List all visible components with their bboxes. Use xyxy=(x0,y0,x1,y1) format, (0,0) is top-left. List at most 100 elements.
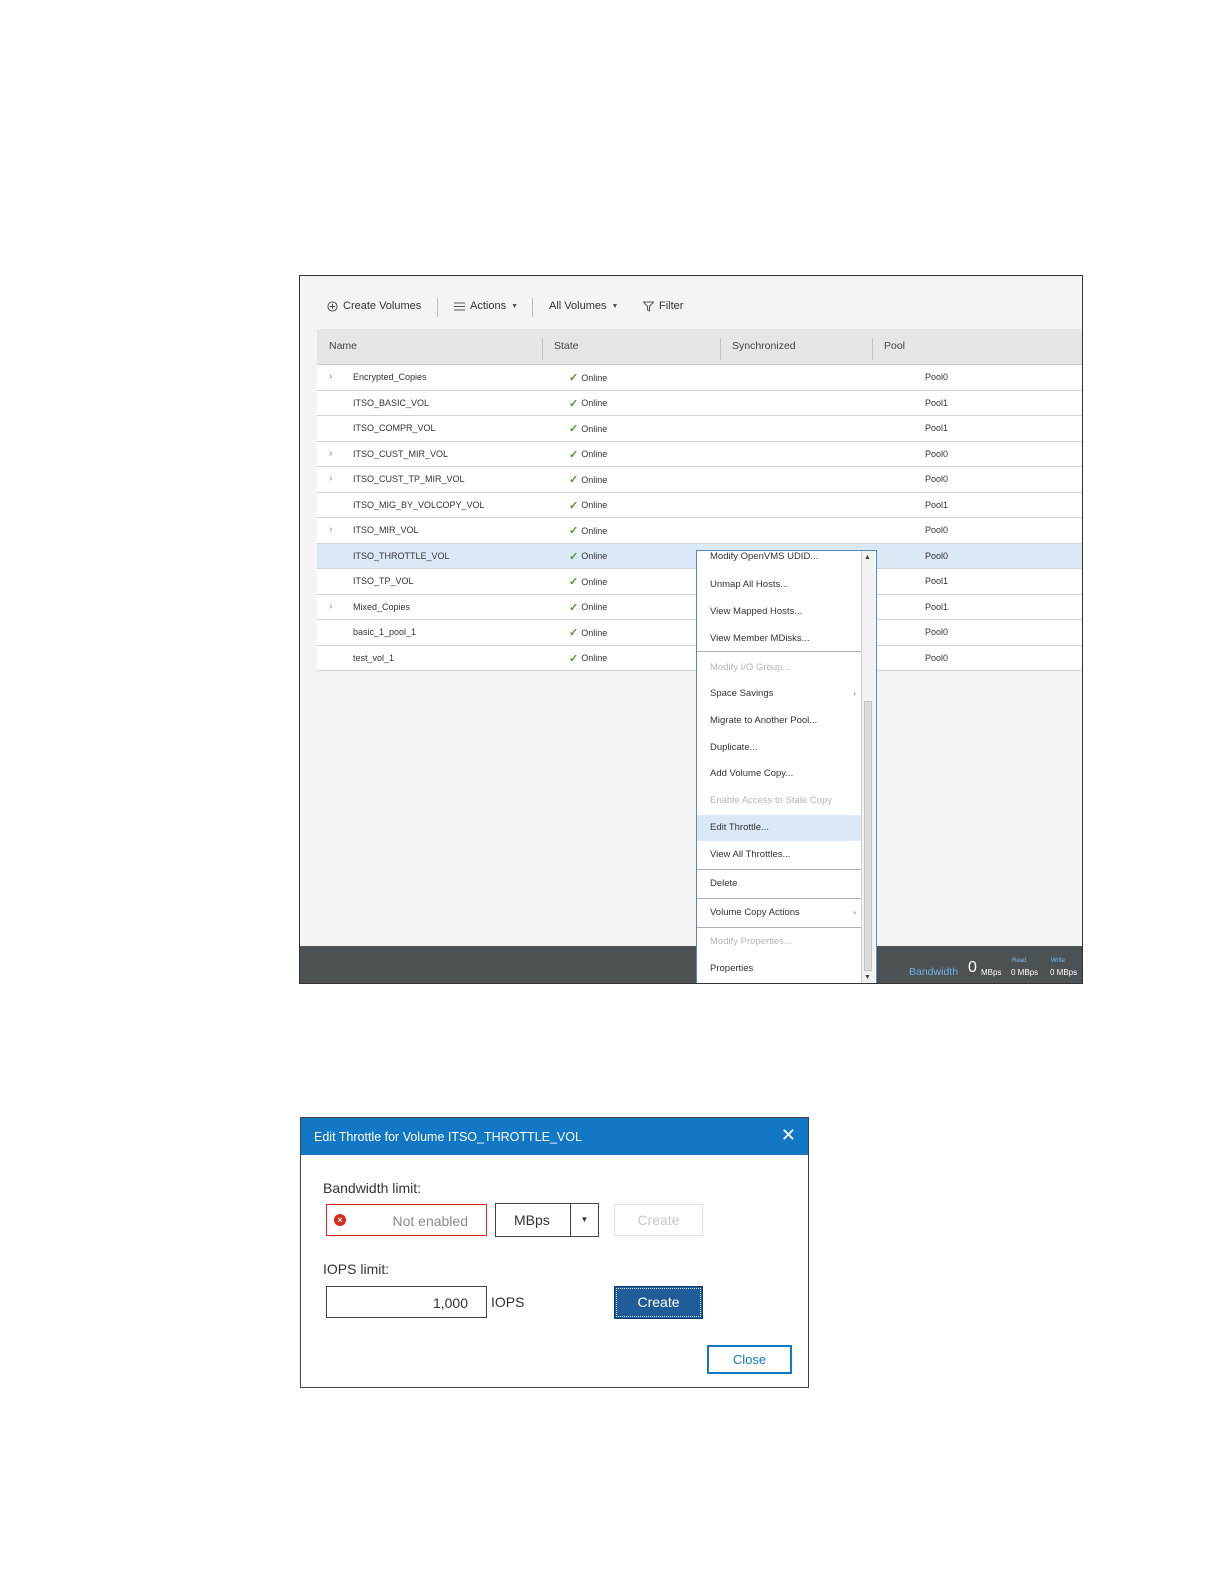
volume-pool: Pool0 xyxy=(925,627,949,637)
volume-state: ✓ Online xyxy=(569,448,607,461)
column-header-pool[interactable]: Pool xyxy=(884,329,905,364)
scroll-up-icon[interactable]: ▲ xyxy=(864,554,871,561)
menu-item[interactable]: Unmap All Hosts... xyxy=(697,572,862,598)
filter-icon xyxy=(643,301,654,312)
volume-name: ITSO_CUST_MIR_VOL xyxy=(353,448,449,459)
chevron-right-icon[interactable]: › xyxy=(329,448,332,459)
bandwidth-placeholder: Not enabled xyxy=(392,1213,468,1229)
table-row[interactable]: ITSO_MIG_BY_VOLCOPY_VOL ✓ Online Pool1 xyxy=(317,492,1082,518)
checkmark-icon: ✓ xyxy=(569,499,579,512)
checkmark-icon: ✓ xyxy=(569,576,579,588)
edit-throttle-dialog: Edit Throttle for Volume ITSO_THROTTLE_V… xyxy=(300,1117,809,1388)
volume-name: ITSO_BASIC_VOL xyxy=(353,397,430,408)
volume-name: Mixed_Copies xyxy=(353,601,411,612)
volume-pool: Pool1 xyxy=(925,397,949,408)
volume-name: ITSO_COMPR_VOL xyxy=(353,423,436,433)
state-text: Online xyxy=(581,423,608,434)
chevron-right-icon[interactable]: › xyxy=(329,371,332,382)
menu-item-label: Modify Properties... xyxy=(710,936,792,947)
checkmark-icon: ✓ xyxy=(569,550,579,563)
table-row[interactable]: › ITSO_MIR_VOL ✓ Online Pool0 xyxy=(317,518,1082,544)
table-row[interactable]: › Encrypted_Copies ✓ Online Pool0 xyxy=(317,365,1082,391)
table-header: Name State Synchronized Pool xyxy=(317,329,1082,365)
close-icon[interactable]: ✕ xyxy=(781,1125,796,1146)
menu-item[interactable]: Space Savings › xyxy=(697,681,862,707)
state-text: Online xyxy=(581,551,608,561)
menu-item[interactable]: View All Throttles... xyxy=(697,842,862,868)
create-volumes-label: Create Volumes xyxy=(343,300,422,312)
table-row[interactable]: › ITSO_CUST_TP_MIR_VOL ✓ Online Pool0 xyxy=(317,467,1082,493)
actions-label: Actions xyxy=(470,300,507,312)
state-text: Online xyxy=(581,449,608,459)
menu-item[interactable]: Delete xyxy=(697,871,862,897)
write-label: Write xyxy=(1051,958,1065,964)
state-text: Online xyxy=(581,627,608,638)
all-volumes-label: All Volumes xyxy=(549,300,607,312)
menu-item[interactable]: Modify OpenVMS UDID... xyxy=(697,544,862,570)
table-row[interactable]: › ITSO_CUST_MIR_VOL ✓ Online Pool0 xyxy=(317,441,1082,467)
menu-item[interactable]: View Mapped Hosts... xyxy=(697,599,862,625)
iops-limit-input[interactable]: 1,000 xyxy=(326,1286,487,1318)
menu-item-label: Modify OpenVMS UDID... xyxy=(710,551,819,562)
volume-state: ✓ Online xyxy=(569,473,607,486)
column-header-name[interactable]: Name xyxy=(329,329,357,364)
menu-item[interactable]: Volume Copy Actions › xyxy=(697,900,862,926)
iops-create-button[interactable]: Create xyxy=(614,1286,703,1319)
toolbar: Create Volumes Actions ▼ All Volumes ▼ F… xyxy=(300,276,1082,329)
plus-circle-icon xyxy=(327,300,338,312)
checkmark-icon: ✓ xyxy=(569,372,579,384)
bandwidth-limit-label: Bandwidth limit: xyxy=(323,1180,422,1196)
bandwidth-label[interactable]: Bandwidth xyxy=(909,966,958,978)
menu-item[interactable]: Duplicate... xyxy=(697,735,862,761)
actions-menu-button[interactable]: Actions ▼ xyxy=(454,300,518,312)
table-row[interactable]: ITSO_COMPR_VOL ✓ Online Pool1 xyxy=(317,416,1082,442)
list-icon xyxy=(454,302,465,310)
all-volumes-dropdown[interactable]: All Volumes ▼ xyxy=(549,300,618,312)
chevron-down-icon: ▼ xyxy=(511,302,519,310)
menu-item[interactable]: View Member MDisks... xyxy=(697,626,862,652)
scroll-down-icon[interactable]: ▼ xyxy=(864,974,871,981)
performance-status-bar: Bandwidth 0 MBps Read 0 MBps Write 0 MBp… xyxy=(300,946,1082,983)
chevron-right-icon[interactable]: › xyxy=(329,601,332,612)
volume-name: Encrypted_Copies xyxy=(353,372,427,382)
state-text: Online xyxy=(581,500,608,510)
menu-item-label: Duplicate... xyxy=(710,742,758,753)
volume-state: ✓ Online xyxy=(569,652,607,665)
volume-state: ✓ Online xyxy=(569,499,607,512)
volume-state: ✓ Online xyxy=(569,601,607,614)
filter-button[interactable]: Filter xyxy=(643,300,683,312)
dialog-header: Edit Throttle for Volume ITSO_THROTTLE_V… xyxy=(301,1118,808,1155)
chevron-down-icon[interactable]: ▼ xyxy=(570,1204,598,1236)
volume-name: ITSO_CUST_TP_MIR_VOL xyxy=(353,474,465,484)
chevron-down-icon: ▼ xyxy=(611,302,619,310)
bandwidth-create-button[interactable]: Create xyxy=(614,1204,703,1236)
menu-item-label: View Member MDisks... xyxy=(710,633,810,644)
scrollbar-thumb[interactable] xyxy=(864,701,872,971)
column-header-synchronized[interactable]: Synchronized xyxy=(732,329,796,364)
volume-state: ✓ Online xyxy=(569,550,607,563)
checkmark-icon: ✓ xyxy=(569,525,579,537)
volume-pool: Pool1 xyxy=(925,601,949,612)
context-menu-scrollbar[interactable]: ▲ ▼ xyxy=(861,551,875,983)
bandwidth-unit: MBps xyxy=(981,968,1002,977)
column-header-state[interactable]: State xyxy=(554,329,579,364)
menu-item[interactable]: Properties xyxy=(697,956,862,982)
context-menu: Modify OpenVMS UDID... Unmap All Hosts...… xyxy=(696,550,877,983)
bandwidth-unit-select[interactable]: MBps ▼ xyxy=(495,1203,599,1237)
volume-name: ITSO_MIG_BY_VOLCOPY_VOL xyxy=(353,499,485,510)
menu-item[interactable]: Add Volume Copy... xyxy=(697,761,862,787)
volume-pool: Pool0 xyxy=(925,652,949,663)
chevron-right-icon[interactable]: › xyxy=(329,524,332,535)
bandwidth-limit-input[interactable]: × Not enabled xyxy=(326,1204,487,1236)
menu-item[interactable]: Edit Throttle... xyxy=(697,815,862,841)
checkmark-icon: ✓ xyxy=(569,423,579,435)
menu-item[interactable]: Migrate to Another Pool... xyxy=(697,708,862,734)
iops-limit-label: IOPS limit: xyxy=(323,1261,390,1277)
menu-item-label: View All Throttles... xyxy=(710,849,791,860)
state-text: Online xyxy=(581,653,608,663)
chevron-right-icon[interactable]: › xyxy=(329,473,332,484)
create-volumes-button[interactable]: Create Volumes xyxy=(327,300,421,312)
table-row[interactable]: ITSO_BASIC_VOL ✓ Online Pool1 xyxy=(317,390,1082,416)
checkmark-icon: ✓ xyxy=(569,448,579,461)
close-button[interactable]: Close xyxy=(707,1345,792,1374)
